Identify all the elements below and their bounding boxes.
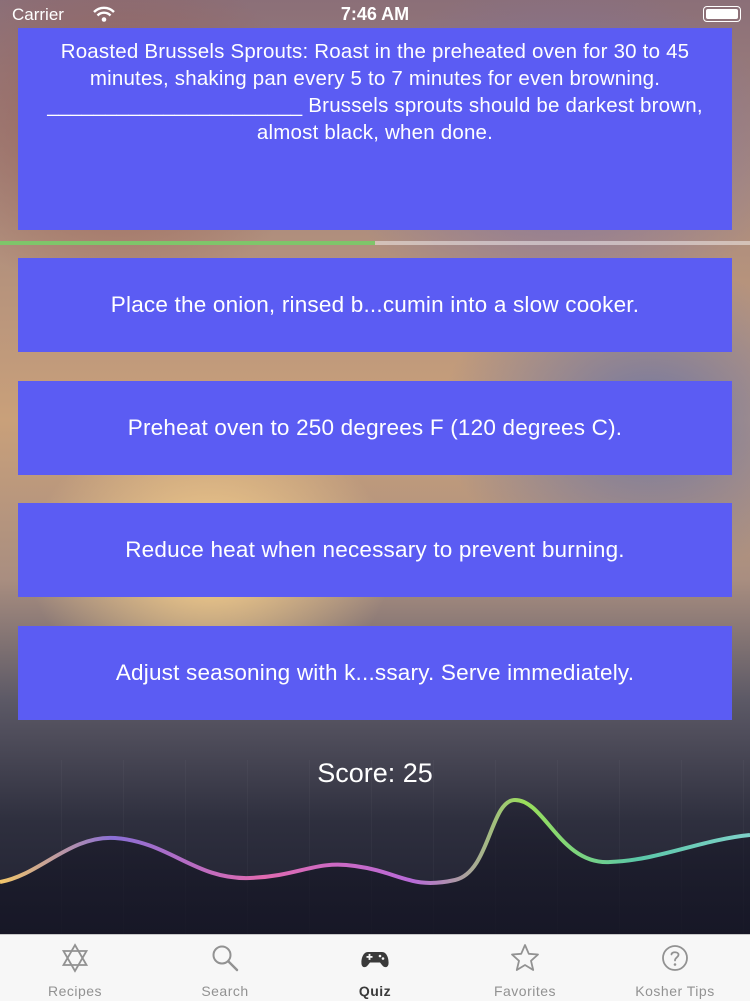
- answer-label: Adjust seasoning with k...ssary. Serve i…: [115, 660, 635, 685]
- tab-label: Search: [201, 983, 249, 999]
- quiz-progress-fill: [0, 241, 375, 245]
- decorative-wave: [0, 797, 750, 934]
- answer-button-2[interactable]: Preheat oven to 250 degrees F (120 degre…: [18, 381, 732, 475]
- answer-label: Place the onion, rinsed b...cumin into a…: [110, 292, 640, 317]
- score-label: Score: 25: [317, 758, 433, 788]
- tab-recipes[interactable]: Recipes: [0, 935, 150, 1001]
- question-text: Roasted Brussels Sprouts: Roast in the p…: [47, 40, 703, 144]
- star-icon: [511, 944, 539, 971]
- tab-kosher-tips[interactable]: Kosher Tips: [600, 935, 750, 1001]
- search-icon: [212, 945, 239, 972]
- tab-favorites[interactable]: Favorites: [450, 935, 600, 1001]
- question-card: Roasted Brussels Sprouts: Roast in the p…: [18, 28, 732, 230]
- answer-label: Preheat oven to 250 degrees F (120 degre…: [127, 415, 623, 440]
- answer-button-4[interactable]: Adjust seasoning with k...ssary. Serve i…: [18, 626, 732, 720]
- tab-label: Recipes: [47, 983, 103, 999]
- tab-search[interactable]: Search: [150, 935, 300, 1001]
- question-circle-icon: [662, 945, 688, 971]
- answer-label: Reduce heat when necessary to prevent bu…: [125, 537, 625, 562]
- tab-bar: Recipes Search Quiz Favorites Kosher Tip…: [0, 934, 750, 1001]
- tab-quiz[interactable]: Quiz: [300, 935, 450, 1001]
- star-of-david-icon: [61, 943, 89, 973]
- battery-icon: [703, 6, 741, 22]
- quiz-progress-bar: [0, 241, 750, 245]
- answer-button-3[interactable]: Reduce heat when necessary to prevent bu…: [18, 503, 732, 597]
- gamepad-icon: [361, 952, 389, 968]
- status-time: 7:46 AM: [340, 4, 410, 24]
- tab-label: Quiz: [358, 983, 392, 999]
- status-bar: Carrier 7:46 AM: [0, 0, 750, 28]
- tab-label: Kosher Tips: [635, 983, 715, 999]
- answer-button-1[interactable]: Place the onion, rinsed b...cumin into a…: [18, 258, 732, 352]
- tab-label: Favorites: [493, 983, 557, 999]
